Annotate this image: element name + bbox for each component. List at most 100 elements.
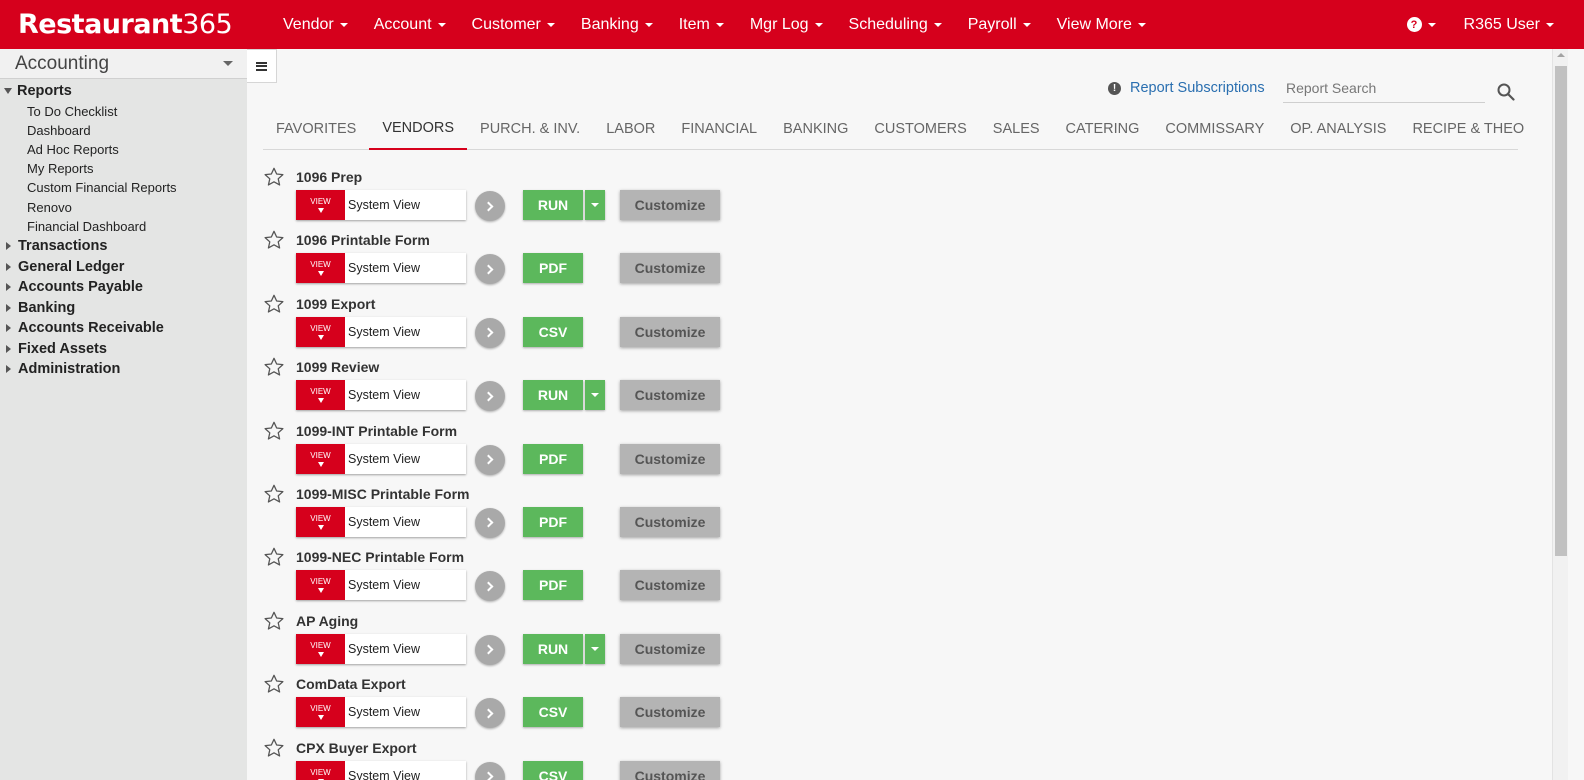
view-dropdown-button[interactable]: VIEW <box>296 380 345 411</box>
view-dropdown-button[interactable]: VIEW <box>296 697 345 728</box>
user-menu[interactable]: R365 User <box>1464 16 1554 34</box>
sidebar-item-dashboard[interactable]: Dashboard <box>0 121 247 140</box>
sidebar-node-fixed-assets[interactable]: Fixed Assets <box>0 338 247 359</box>
star-favorite-icon[interactable] <box>263 166 285 188</box>
go-arrow-button[interactable] <box>475 254 505 285</box>
nav-item-banking[interactable]: Banking <box>568 0 666 49</box>
view-dropdown-button[interactable]: VIEW <box>296 570 345 601</box>
tab-catering[interactable]: CATERING <box>1053 107 1153 150</box>
go-arrow-button[interactable] <box>475 571 505 602</box>
nav-item-account[interactable]: Account <box>361 0 459 49</box>
report-subscriptions-link[interactable]: ! Report Subscriptions <box>1108 80 1265 96</box>
star-favorite-icon[interactable] <box>263 420 285 442</box>
view-selector[interactable]: VIEW System View <box>296 570 466 601</box>
view-selector[interactable]: VIEW System View <box>296 316 466 347</box>
customize-button[interactable]: Customize <box>620 380 720 411</box>
view-selector[interactable]: VIEW System View <box>296 760 466 780</box>
nav-item-item[interactable]: Item <box>666 0 737 49</box>
view-selector[interactable]: VIEW System View <box>296 633 466 664</box>
go-arrow-button[interactable] <box>475 761 505 780</box>
pdf-button[interactable]: PDF <box>523 506 583 537</box>
sidebar-item-custom-financial-reports[interactable]: Custom Financial Reports <box>0 178 247 197</box>
customize-button[interactable]: Customize <box>620 633 720 664</box>
search-icon[interactable] <box>1497 83 1515 101</box>
run-options-dropdown[interactable] <box>585 380 605 411</box>
tab-sales[interactable]: SALES <box>980 107 1053 150</box>
sidebar-item-to-do-checklist[interactable]: To Do Checklist <box>0 102 247 121</box>
run-button[interactable]: RUN <box>523 190 583 220</box>
customize-button[interactable]: Customize <box>620 316 720 347</box>
go-arrow-button[interactable] <box>475 317 505 348</box>
tab-favorites[interactable]: FAVORITES <box>263 107 369 150</box>
help-menu[interactable]: ? <box>1406 17 1436 32</box>
sidebar-node-reports[interactable]: Reports <box>0 81 247 102</box>
customize-button[interactable]: Customize <box>620 443 720 474</box>
nav-item-view-more[interactable]: View More <box>1044 0 1159 49</box>
sidebar-node-accounts-receivable[interactable]: Accounts Receivable <box>0 318 247 339</box>
tab-banking[interactable]: BANKING <box>770 107 861 150</box>
nav-item-scheduling[interactable]: Scheduling <box>836 0 955 49</box>
view-dropdown-button[interactable]: VIEW <box>296 760 345 780</box>
customize-button[interactable]: Customize <box>620 253 720 284</box>
module-select[interactable]: Accounting <box>0 49 247 79</box>
sidebar-node-administration[interactable]: Administration <box>0 359 247 380</box>
scroll-up-arrow-icon[interactable] <box>1557 53 1565 57</box>
report-search-input[interactable] <box>1283 74 1485 102</box>
view-dropdown-button[interactable]: VIEW <box>296 506 345 537</box>
nav-item-vendor[interactable]: Vendor <box>270 0 361 49</box>
run-options-dropdown[interactable] <box>585 633 605 664</box>
view-selector[interactable]: VIEW System View <box>296 380 466 411</box>
star-favorite-icon[interactable] <box>263 737 285 759</box>
sidebar-item-financial-dashboard[interactable]: Financial Dashboard <box>0 217 247 236</box>
customize-button[interactable]: Customize <box>620 506 720 537</box>
run-options-dropdown[interactable] <box>585 190 605 220</box>
tab-commissary[interactable]: COMMISSARY <box>1152 107 1277 150</box>
nav-item-payroll[interactable]: Payroll <box>955 0 1044 49</box>
view-dropdown-button[interactable]: VIEW <box>296 253 345 284</box>
star-favorite-icon[interactable] <box>263 293 285 315</box>
star-favorite-icon[interactable] <box>263 356 285 378</box>
pdf-button[interactable]: PDF <box>523 253 583 284</box>
sidebar-item-my-reports[interactable]: My Reports <box>0 159 247 178</box>
go-arrow-button[interactable] <box>475 444 505 475</box>
csv-button[interactable]: CSV <box>523 697 583 728</box>
view-selector[interactable]: VIEW System View <box>296 697 466 728</box>
star-favorite-icon[interactable] <box>263 229 285 251</box>
pdf-button[interactable]: PDF <box>523 443 583 474</box>
star-favorite-icon[interactable] <box>263 610 285 632</box>
view-dropdown-button[interactable]: VIEW <box>296 633 345 664</box>
run-button[interactable]: RUN <box>523 633 583 664</box>
go-arrow-button[interactable] <box>475 507 505 538</box>
nav-item-customer[interactable]: Customer <box>459 0 568 49</box>
sidebar-node-general-ledger[interactable]: General Ledger <box>0 256 247 277</box>
customize-button[interactable]: Customize <box>620 190 720 220</box>
sidebar-node-accounts-payable[interactable]: Accounts Payable <box>0 277 247 298</box>
pdf-button[interactable]: PDF <box>523 570 583 601</box>
customize-button[interactable]: Customize <box>620 760 720 780</box>
tab-customers[interactable]: CUSTOMERS <box>861 107 979 150</box>
app-logo[interactable]: Restaurant365 <box>0 9 270 40</box>
csv-button[interactable]: CSV <box>523 316 583 347</box>
star-favorite-icon[interactable] <box>263 673 285 695</box>
page-scrollbar[interactable] <box>1552 49 1568 780</box>
customize-button[interactable]: Customize <box>620 697 720 728</box>
go-arrow-button[interactable] <box>475 698 505 729</box>
view-selector[interactable]: VIEW System View <box>296 253 466 284</box>
sidebar-node-transactions[interactable]: Transactions <box>0 236 247 257</box>
star-favorite-icon[interactable] <box>263 483 285 505</box>
go-arrow-button[interactable] <box>475 191 505 221</box>
csv-button[interactable]: CSV <box>523 760 583 780</box>
view-selector[interactable]: VIEW System View <box>296 443 466 474</box>
go-arrow-button[interactable] <box>475 634 505 665</box>
tab-financial[interactable]: FINANCIAL <box>668 107 770 150</box>
tab-recipe-theo[interactable]: RECIPE & THEO <box>1399 107 1537 150</box>
tab-op-analysis[interactable]: OP. ANALYSIS <box>1277 107 1399 150</box>
view-dropdown-button[interactable]: VIEW <box>296 443 345 474</box>
scrollbar-thumb[interactable] <box>1555 66 1567 556</box>
run-button[interactable]: RUN <box>523 380 583 411</box>
view-selector[interactable]: VIEW System View <box>296 190 466 220</box>
sidebar-node-banking[interactable]: Banking <box>0 297 247 318</box>
tab-purch-inv[interactable]: PURCH. & INV. <box>467 107 593 150</box>
go-arrow-button[interactable] <box>475 381 505 412</box>
customize-button[interactable]: Customize <box>620 570 720 601</box>
